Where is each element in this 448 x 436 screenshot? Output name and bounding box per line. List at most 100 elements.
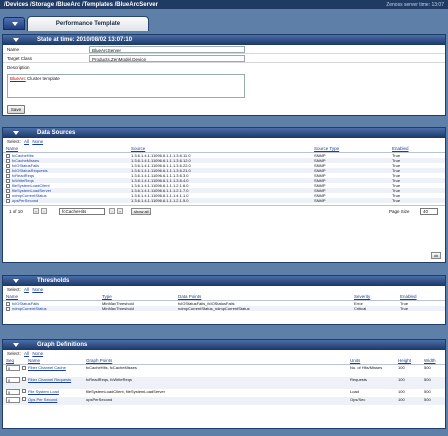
- select-none-link[interactable]: None: [32, 139, 43, 144]
- threshold-link[interactable]: ndmpCurrentStatus: [12, 306, 47, 311]
- select-label: Select:: [7, 139, 21, 144]
- state-panel-header: State at time: 2010/08/02 13:07:10: [3, 35, 445, 45]
- data-sources-pager: 1 of 10 « ‹ fcCacheHits › » show all Pag…: [3, 205, 445, 217]
- save-button[interactable]: Save: [7, 105, 25, 114]
- thresholds-title: Thresholds: [37, 278, 70, 284]
- row-checkbox[interactable]: [6, 198, 10, 203]
- cell-source-type: SNMP: [311, 198, 389, 203]
- thresholds-select-row: Select: All None: [3, 286, 445, 293]
- pager-range: 1 of 10: [9, 209, 23, 214]
- description-field[interactable]: BlueArc Cluster template: [7, 74, 245, 98]
- first-page-icon[interactable]: «: [33, 208, 39, 214]
- chevron-down-icon[interactable]: [13, 38, 19, 42]
- data-sources-title: Data Sources: [37, 130, 76, 136]
- graph-definitions-header: Graph Definitions: [3, 340, 445, 350]
- column-header-name[interactable]: Name: [25, 357, 83, 365]
- column-header-source-type[interactable]: Source Type: [311, 145, 389, 153]
- name-field[interactable]: BlueArcServer: [89, 46, 245, 53]
- graph-link[interactable]: File System Load: [28, 389, 59, 394]
- cell-severity: Critical: [351, 306, 397, 311]
- table-row: 0 File System Load fileSystemLoadClient, …: [3, 388, 445, 397]
- name-row: Name BlueArcServer: [3, 45, 445, 54]
- thresholds-panel: Thresholds Select: All None Name Type Da…: [2, 275, 446, 325]
- page-menu-button[interactable]: [3, 17, 25, 30]
- cell-height: 100: [395, 396, 421, 405]
- seq-input[interactable]: 0: [6, 388, 20, 395]
- column-header-name[interactable]: Name: [3, 145, 128, 153]
- data-sources-table: Name Source Source Type Enabled fcCacheH…: [3, 145, 445, 203]
- goto-datasource-select[interactable]: fcCacheHits: [59, 208, 105, 215]
- row-checkbox[interactable]: [22, 365, 26, 370]
- next-page-icon[interactable]: ›: [109, 208, 115, 214]
- cell-graph-points: fcReadReqs, fcWriteReqs: [83, 376, 347, 389]
- select-all-link[interactable]: All: [24, 287, 29, 292]
- state-panel-title: State at time: 2010/08/02 13:07:10: [37, 37, 133, 43]
- table-row: 0 Ops Per Second opsPerSecond Ops/Sec 100…: [3, 396, 445, 405]
- data-sources-header: Data Sources: [3, 128, 445, 138]
- cell-graph-points: fileSystemLoadClient, fileSystemLoadServ…: [86, 388, 165, 394]
- data-sources-select-row: Select: All None: [3, 138, 445, 145]
- row-checkbox[interactable]: [22, 389, 26, 394]
- chevron-down-icon[interactable]: [13, 279, 19, 283]
- column-header-seq[interactable]: Seq: [3, 357, 25, 365]
- graph-link[interactable]: Fiber Channel Cache: [28, 365, 66, 370]
- column-header-graph-points[interactable]: Graph Points: [83, 357, 347, 365]
- prev-page-icon[interactable]: ‹: [41, 208, 47, 214]
- cell-graph-points: fcCacheHits, fcCacheMisses: [86, 365, 137, 370]
- graph-definitions-table: Seq Name Graph Points Units Height Width…: [3, 357, 445, 405]
- table-row: ndmpCurrentStatus MinMaxThreshold ndmpCurr…: [3, 306, 445, 311]
- last-page-icon[interactable]: »: [117, 208, 123, 214]
- chevron-down-icon: [12, 22, 18, 26]
- select-none-link[interactable]: None: [32, 287, 43, 292]
- seq-input[interactable]: 0: [6, 365, 20, 371]
- cell-width: 500: [424, 388, 431, 394]
- table-row: 0 Fiber Channel Cache fcCacheHits, fcCach…: [3, 365, 445, 377]
- column-header-source[interactable]: Source: [128, 145, 311, 153]
- data-sources-panel: Data Sources Select: All None Name Sourc…: [2, 127, 446, 263]
- breadcrumb-path: /Devices /Storage /BlueArc /Templates /B…: [4, 2, 158, 8]
- seq-input[interactable]: 0: [6, 376, 20, 383]
- name-label: Name: [7, 47, 20, 52]
- row-checkbox[interactable]: [22, 397, 26, 402]
- tab-performance-template[interactable]: Performance Template: [27, 16, 149, 31]
- column-header-severity[interactable]: Severity: [351, 293, 397, 301]
- table-row: 0 Fiber Channel Requests fcReadReqs, fcWr…: [3, 376, 445, 389]
- column-header-data-points[interactable]: Data Points: [175, 293, 351, 301]
- cell-enabled: True: [389, 198, 445, 203]
- graph-link[interactable]: Fiber Channel Requests: [28, 377, 71, 382]
- thresholds-table: Name Type Data Points Severity Enabled f…: [3, 293, 445, 311]
- column-header-width[interactable]: Width: [421, 357, 445, 365]
- row-checkbox[interactable]: [22, 377, 26, 382]
- cell-source: 1.3.6.1.4.1.11096.6.1.1.1.2.1.5.0: [128, 198, 311, 203]
- page-size-input[interactable]: 40: [420, 208, 438, 215]
- select-all-link[interactable]: All: [24, 351, 29, 356]
- show-all-button[interactable]: show all: [131, 208, 152, 215]
- target-class-field[interactable]: Products.ZenModel.Device: [89, 55, 245, 62]
- cell-units: Ops/Sec: [347, 396, 395, 405]
- target-class-label: Target Class: [7, 56, 33, 61]
- page-size-ok-button[interactable]: ok: [431, 252, 442, 259]
- column-header-height[interactable]: Height: [395, 357, 421, 365]
- description-spellcheck-word: BlueArc: [10, 76, 26, 81]
- column-header-enabled[interactable]: Enabled: [389, 145, 445, 153]
- column-header-enabled[interactable]: Enabled: [397, 293, 445, 301]
- column-header-type[interactable]: Type: [99, 293, 175, 301]
- column-header-name[interactable]: Name: [3, 293, 99, 301]
- select-all-link[interactable]: All: [24, 139, 29, 144]
- cell-height: 100: [395, 376, 421, 389]
- description-row: Description: [3, 63, 445, 72]
- state-panel: State at time: 2010/08/02 13:07:10 Name …: [2, 34, 446, 116]
- seq-input[interactable]: 0: [6, 396, 20, 403]
- chevron-down-icon[interactable]: [13, 343, 19, 347]
- column-header-units[interactable]: Units: [347, 357, 395, 365]
- server-time: Zenoss server time: 13:07: [386, 2, 444, 8]
- data-source-link[interactable]: opsPerSecond: [12, 198, 38, 203]
- table-row: opsPerSecond 1.3.6.1.4.1.11096.6.1.1.1.2.…: [3, 198, 445, 203]
- select-label: Select:: [7, 287, 21, 292]
- chevron-down-icon[interactable]: [13, 131, 19, 135]
- select-none-link[interactable]: None: [32, 351, 43, 356]
- row-checkbox[interactable]: [6, 306, 10, 311]
- cell-width: 500: [421, 376, 445, 389]
- graph-link[interactable]: Ops Per Second: [28, 397, 57, 402]
- target-class-row: Target Class Products.ZenModel.Device: [3, 54, 445, 63]
